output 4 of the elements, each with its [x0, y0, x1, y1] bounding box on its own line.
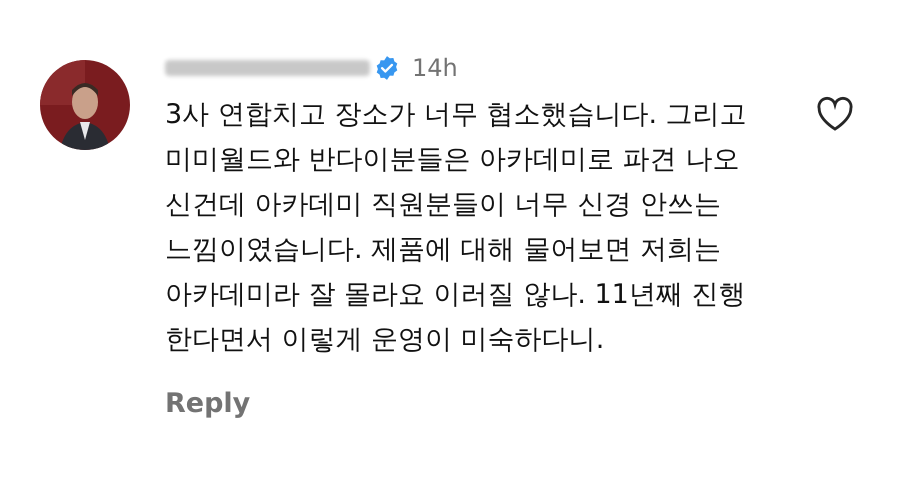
comment-text: 3사 연합치고 장소가 너무 협소했습니다. 그리고 미미월드와 반다이분들은 아카데미로 파견 나오신건데 아카데미 직원분들이 너무 신경 안쓰는 느낌이였습니다. 제품에 대해 물어보면 저희는 아카데미라 잘 몰라요 이러질 않나. 11년째 진행한다면서 이렇게 운영이 미숙하다니. — [165, 98, 748, 357]
heart-icon[interactable] — [816, 96, 854, 132]
comment-time: 14h — [412, 53, 458, 84]
reply-button[interactable]: Reply — [165, 384, 250, 424]
